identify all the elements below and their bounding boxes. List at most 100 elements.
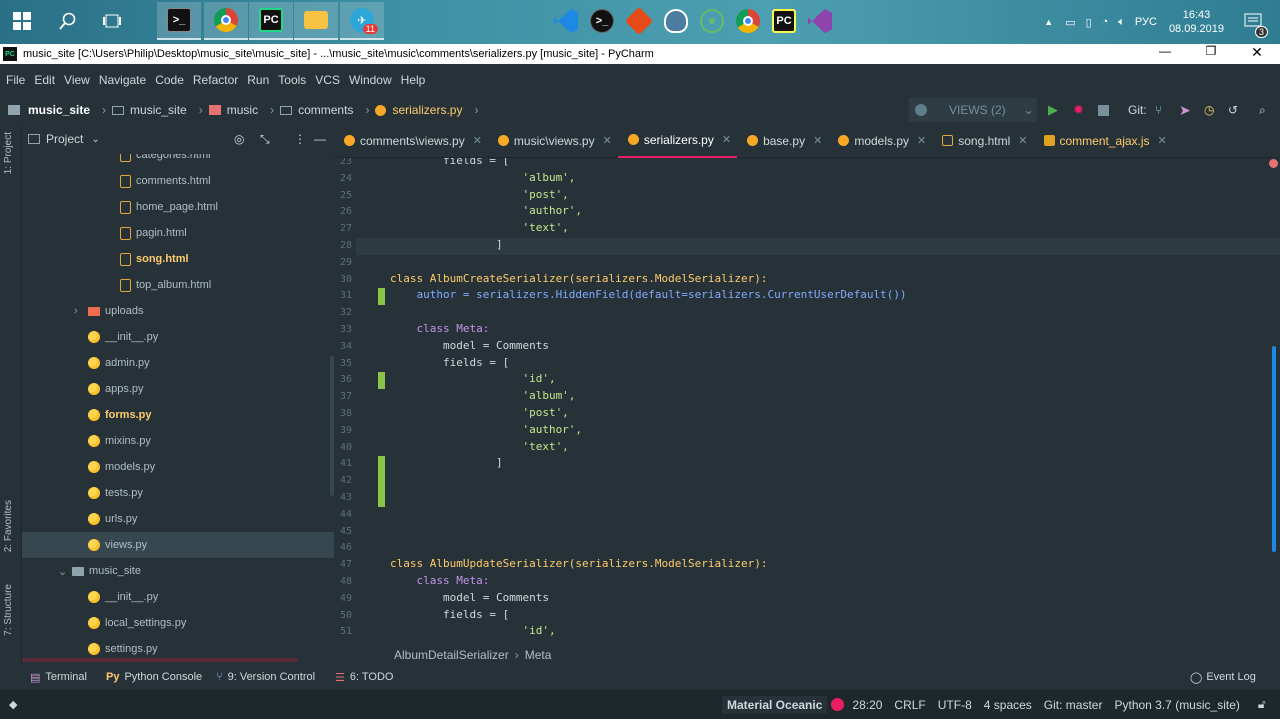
volume-icon[interactable]: 🔈︎ [1118,16,1125,29]
start-button[interactable] [0,2,44,40]
code-line[interactable]: author = serializers.HiddenField(default… [390,288,906,301]
code-line[interactable]: model = Comments [390,591,549,604]
close-tab-icon[interactable]: ✕ [917,134,926,147]
tree-file[interactable]: apps.py [22,376,144,402]
project-tool-tab[interactable]: 1: Project [3,132,14,174]
window-titlebar[interactable]: PC music_site [C:\Users\Philip\Desktop\m… [0,44,1280,64]
caret-position[interactable]: 28:20 [852,698,882,712]
code-line[interactable]: class Meta: [390,322,489,335]
chevron-right-icon[interactable]: › [74,305,82,317]
wifi-icon[interactable]: ◔ [1102,16,1109,28]
taskbar-terminal[interactable]: >_ [157,2,201,40]
vcs-change-marker[interactable] [378,372,385,390]
code-line[interactable]: 'author', [390,423,582,436]
code-line[interactable]: fields = [ [390,608,509,621]
editor-tab[interactable]: serializers.py ✕ [617,124,738,158]
crumb-project-root[interactable]: music_site [8,103,90,117]
search-everywhere-icon[interactable]: ⌕ [1259,103,1266,118]
minimize-button[interactable]: — [1142,44,1188,64]
code-line[interactable]: class AlbumCreateSerializer(serializers.… [390,272,768,285]
menu-vcs[interactable]: VCS [315,73,340,87]
close-tab-icon[interactable]: ✕ [1018,134,1027,147]
action-center-button[interactable]: 3 [1244,13,1268,38]
crumb-comments[interactable]: comments [280,103,353,117]
code-line[interactable]: 'album', [390,389,575,402]
code-line[interactable]: ] [390,456,503,469]
tree-file[interactable]: categories.html [22,154,211,168]
tree-file[interactable]: local_settings.py [22,610,186,636]
editor-tab[interactable]: song.html ✕ [932,124,1033,158]
code-line[interactable]: 'text', [390,440,568,453]
version-control-tool-button[interactable]: ⑂ 9: Version Control [216,671,315,683]
taskbar-chrome[interactable] [204,2,248,40]
editor-tab[interactable]: comment_ajax.js ✕ [1034,124,1173,158]
run-icon[interactable]: ▶ [1048,102,1058,118]
run-config-selector[interactable]: VIEWS (2) ⌄ [909,98,1037,122]
structure-tool-tab[interactable]: 7: Structure [3,584,14,636]
close-tab-icon[interactable]: ✕ [603,134,612,147]
crumb-music[interactable]: music [208,103,258,117]
indent-setting[interactable]: 4 spaces [984,698,1032,712]
menu-navigate[interactable]: Navigate [99,73,146,87]
close-tab-icon[interactable]: ✕ [1158,134,1167,147]
menu-run[interactable]: Run [247,73,269,87]
python-console-tool-button[interactable]: Py Python Console [106,671,202,683]
menu-tools[interactable]: Tools [278,73,306,87]
code-line[interactable]: fields = [ [390,158,509,167]
editor-tab[interactable]: base.py ✕ [737,124,828,158]
taskbar-explorer[interactable] [294,2,338,40]
project-view-selector[interactable]: Project [46,132,83,146]
menu-edit[interactable]: Edit [34,73,55,87]
git-branch[interactable]: Git: master [1044,698,1103,712]
inspection-error-icon[interactable] [1269,159,1278,168]
vcs-history-icon[interactable]: ◷ [1204,103,1214,117]
code-line[interactable]: 'text', [390,221,568,234]
tree-file[interactable]: views.py [22,532,334,558]
event-log-button[interactable]: ◯ Event Log [1190,671,1256,684]
taskbar-telegram[interactable]: ✈ 11 [340,2,384,40]
code-line[interactable]: 'id', [390,624,555,637]
tool-windows-toggle-icon[interactable]: ◆ [9,698,17,711]
close-tab-icon[interactable]: ✕ [813,134,822,147]
code-line[interactable]: class AlbumUpdateSerializer(serializers.… [390,557,768,570]
taskbar-pycharm[interactable]: PC [249,2,293,40]
tree-folder[interactable]: ⌄ music_site [22,558,141,584]
close-tab-icon[interactable]: ✕ [722,133,731,146]
code-line[interactable]: 'post', [390,406,568,419]
code-line[interactable]: 'album', [390,171,575,184]
tree-file[interactable]: mixins.py [22,428,151,454]
vcs-change-marker[interactable] [378,288,385,306]
tree-file[interactable]: forms.py [22,402,151,428]
theme-indicator[interactable]: Material Oceanic [722,695,828,714]
editor-tab[interactable]: models.py ✕ [828,124,932,158]
tree-file[interactable]: __init__.py [22,584,158,610]
network-device-icon[interactable]: ▭ [1065,16,1075,29]
code-line[interactable]: model = Comments [390,339,549,352]
collapse-all-icon[interactable]: ⤡ [260,132,270,147]
tree-file[interactable]: top_album.html [22,272,211,298]
todo-tool-button[interactable]: ☰ 6: TODO [335,671,393,684]
menu-view[interactable]: View [64,73,90,87]
code-line[interactable]: fields = [ [390,356,509,369]
breadcrumb-class[interactable]: AlbumDetailSerializer [394,648,509,662]
locate-file-icon[interactable]: ◎ [234,132,244,146]
favorites-tool-tab[interactable]: 2: Favorites [3,500,14,552]
terminal-tool-button[interactable]: ▤ Terminal [30,671,87,684]
code-line[interactable]: 'id', [390,372,555,385]
language-indicator[interactable]: РУС [1135,16,1157,28]
vcs-push-icon[interactable]: ➤ [1179,102,1191,119]
chevron-down-icon[interactable]: ⌄ [91,134,99,145]
crumb-music-site[interactable]: music_site [112,103,187,117]
editor-tab[interactable]: comments\views.py ✕ [334,124,488,158]
tree-file[interactable]: models.py [22,454,155,480]
task-view-button[interactable] [90,2,134,40]
menu-help[interactable]: Help [401,73,426,87]
python-interpreter[interactable]: Python 3.7 (music_site) [1114,698,1239,712]
tree-file[interactable]: urls.py [22,506,137,532]
menu-window[interactable]: Window [349,73,392,87]
menu-code[interactable]: Code [155,73,184,87]
restore-button[interactable]: ❐ [1188,44,1234,64]
line-separator[interactable]: CRLF [894,698,925,712]
tree-file[interactable]: song.html [22,246,189,272]
tray-expand-icon[interactable]: ▲ [1044,17,1053,27]
